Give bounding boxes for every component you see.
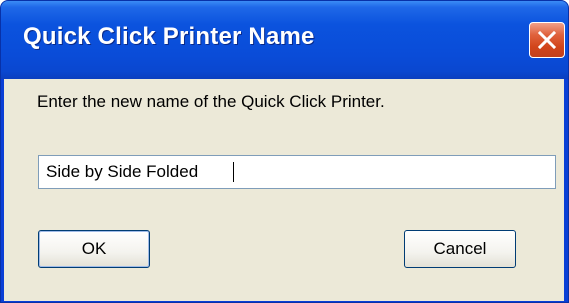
prompt-label: Enter the new name of the Quick Click Pr… (37, 92, 385, 111)
title-bar[interactable]: Quick Click Printer Name (1, 1, 568, 79)
dialog-window: Quick Click Printer Name Enter the new n… (0, 0, 569, 303)
ok-button[interactable]: OK (38, 230, 150, 268)
cancel-button[interactable]: Cancel (404, 230, 516, 268)
text-caret (233, 162, 234, 182)
dialog-body: Enter the new name of the Quick Click Pr… (4, 79, 564, 301)
close-button[interactable] (529, 22, 565, 58)
close-icon (537, 30, 557, 50)
printer-name-input[interactable] (38, 155, 556, 189)
dialog-title: Quick Click Printer Name (23, 23, 315, 50)
